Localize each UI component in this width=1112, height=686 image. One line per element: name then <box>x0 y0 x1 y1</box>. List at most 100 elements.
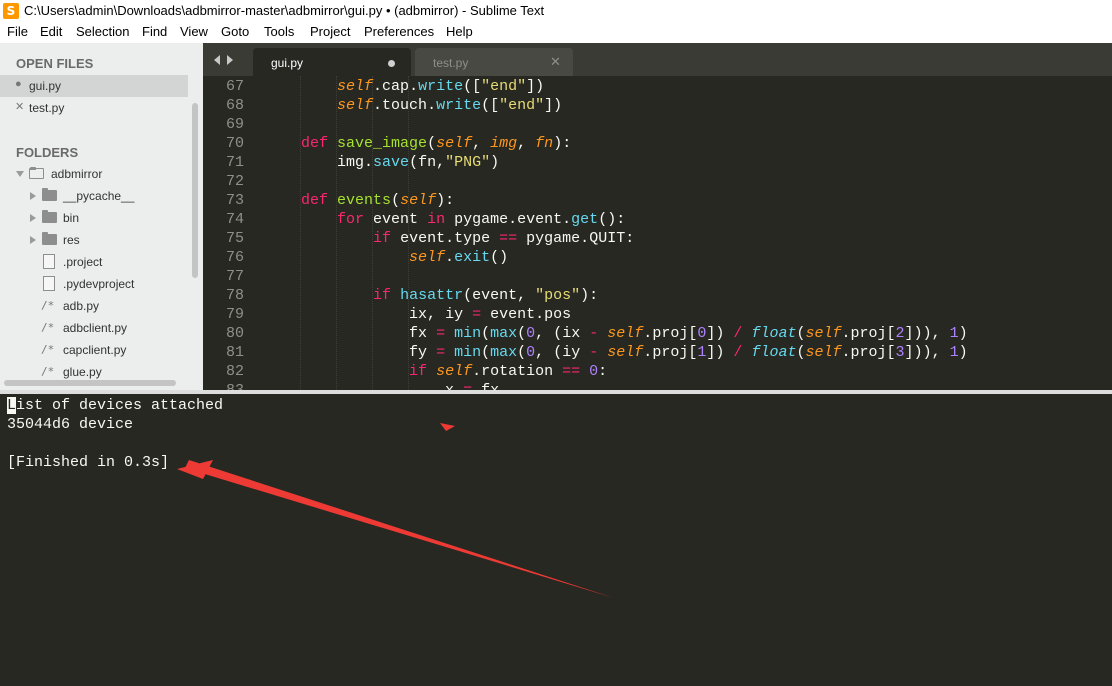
menu-find[interactable]: Find <box>142 24 167 39</box>
file-label: adbclient.py <box>63 321 128 335</box>
code-line: def events(self): <box>301 192 455 209</box>
python-file-icon: /* <box>41 299 55 312</box>
line-number: 67 <box>225 78 244 95</box>
file-label: capclient.py <box>63 343 127 357</box>
line-number: 83 <box>203 382 244 390</box>
tab-nav-left-icon[interactable] <box>214 55 220 65</box>
code-line: self.exit() <box>409 249 509 266</box>
small-red-arrowhead <box>440 423 455 431</box>
line-number: 79 <box>225 306 244 323</box>
menu-file[interactable]: File <box>7 24 28 39</box>
file-item-pydevproject[interactable]: .pydevproject <box>0 273 190 295</box>
line-number: 74 <box>225 211 244 228</box>
open-folder-icon <box>29 167 44 179</box>
folder-icon <box>42 210 57 223</box>
open-file-label: gui.py <box>29 79 62 93</box>
python-file-icon: /* <box>41 321 55 334</box>
menu-edit[interactable]: Edit <box>40 24 62 39</box>
line-number: 82 <box>225 363 244 380</box>
expand-arrow-icon[interactable] <box>16 171 24 177</box>
folder-item-bin[interactable]: bin <box>0 207 190 229</box>
menu-help[interactable]: Help <box>446 24 473 39</box>
python-file-icon: /* <box>41 343 55 356</box>
tab-label: test.py <box>433 56 469 70</box>
code-line: self.touch.write(["end"]) <box>337 97 563 114</box>
python-file-icon: /* <box>41 365 55 378</box>
sublime-app-icon: S <box>3 3 19 19</box>
menu-tools[interactable]: Tools <box>264 24 294 39</box>
line-number: 77 <box>225 268 244 285</box>
file-icon <box>43 254 55 269</box>
code-line: for event in pygame.event.get(): <box>337 211 626 228</box>
tab-close-icon[interactable]: ✕ <box>550 54 561 70</box>
collapse-arrow-icon[interactable] <box>30 214 36 222</box>
open-files-header: OPEN FILES <box>16 56 94 71</box>
folder-root[interactable]: adbmirror <box>0 163 190 185</box>
red-arrow-annotation <box>177 423 614 598</box>
modified-dot-icon: ● <box>15 78 22 90</box>
folder-item-res[interactable]: res <box>0 229 190 251</box>
unsaved-dot-icon[interactable] <box>388 60 395 67</box>
folder-icon <box>42 232 57 245</box>
folder-label: __pycache__ <box>63 189 135 203</box>
code-line: def save_image(self, img, fn): <box>301 135 572 152</box>
folder-icon <box>42 188 57 201</box>
menu-project[interactable]: Project <box>310 24 350 39</box>
menu-view[interactable]: View <box>180 24 208 39</box>
tab-nav-right-icon[interactable] <box>227 55 233 65</box>
folder-item-pycache[interactable]: __pycache__ <box>0 185 190 207</box>
close-icon[interactable]: ✕ <box>15 100 24 113</box>
open-file-test[interactable]: ✕ test.py <box>0 97 188 119</box>
menu-goto[interactable]: Goto <box>221 24 249 39</box>
code-line: x = fx <box>265 382 499 390</box>
file-label: .project <box>63 255 103 269</box>
line-number: 72 <box>225 173 244 190</box>
tab-test-py[interactable]: test.py ✕ <box>415 48 573 76</box>
window-title: C:\Users\admin\Downloads\adbmirror-maste… <box>24 3 545 18</box>
file-label: adb.py <box>63 299 100 313</box>
line-number: 71 <box>225 154 244 171</box>
tab-label: gui.py <box>271 56 304 70</box>
line-number: 70 <box>225 135 244 152</box>
line-number: 80 <box>225 325 244 342</box>
menu-preferences[interactable]: Preferences <box>364 24 434 39</box>
line-number: 73 <box>225 192 244 209</box>
file-item-project[interactable]: .project <box>0 251 190 273</box>
collapse-arrow-icon[interactable] <box>30 192 36 200</box>
file-item-capclient[interactable]: /* capclient.py <box>0 339 190 361</box>
code-line: self.cap.write(["end"]) <box>337 78 545 95</box>
file-label: .pydevproject <box>63 277 135 291</box>
folder-label: res <box>63 233 80 247</box>
line-number: 78 <box>225 287 244 304</box>
code-line: if self.rotation == 0: <box>409 363 608 380</box>
code-line: fy = min(max(0, (iy - self.proj[1]) / fl… <box>409 344 968 361</box>
code-line: fx = min(max(0, (ix - self.proj[0]) / fl… <box>409 325 968 342</box>
open-file-gui[interactable]: ● gui.py <box>0 75 188 97</box>
tab-gui-py[interactable]: gui.py <box>253 48 411 76</box>
folder-label: bin <box>63 211 80 225</box>
file-item-adbclient[interactable]: /* adbclient.py <box>0 317 190 339</box>
red-arrow-shaft <box>185 460 614 598</box>
folder-label: adbmirror <box>51 167 103 181</box>
menu-selection[interactable]: Selection <box>76 24 129 39</box>
line-number: 68 <box>225 97 244 114</box>
code-line: if event.type == pygame.QUIT: <box>373 230 635 247</box>
code-line: img.save(fn,"PNG") <box>337 154 500 171</box>
file-item-adb[interactable]: /* adb.py <box>0 295 190 317</box>
collapse-arrow-icon[interactable] <box>30 236 36 244</box>
build-output-panel[interactable]: List of devices attached 35044d6 device … <box>0 394 1112 686</box>
line-number: 69 <box>225 116 244 133</box>
title-bar: S C:\Users\admin\Downloads\adbmirror-mas… <box>0 0 1112 22</box>
line-number: 81 <box>225 344 244 361</box>
sidebar: OPEN FILES ● gui.py ✕ test.py FOLDERS ad… <box>0 43 203 390</box>
sidebar-horizontal-scrollbar[interactable] <box>4 380 176 386</box>
sidebar-vertical-scrollbar[interactable] <box>192 103 198 278</box>
code-line: if hasattr(event, "pos"): <box>373 287 599 304</box>
line-number: 75 <box>225 230 244 247</box>
open-file-label: test.py <box>29 101 65 115</box>
menu-bar: File Edit Selection Find View Goto Tools… <box>0 22 1112 43</box>
folders-header: FOLDERS <box>16 145 79 160</box>
code-line: ix, iy = event.pos <box>409 306 572 323</box>
code-editor[interactable]: 67 self.cap.write(["end"]) 68 self.touch.… <box>203 76 1112 390</box>
file-label: glue.py <box>63 365 102 379</box>
